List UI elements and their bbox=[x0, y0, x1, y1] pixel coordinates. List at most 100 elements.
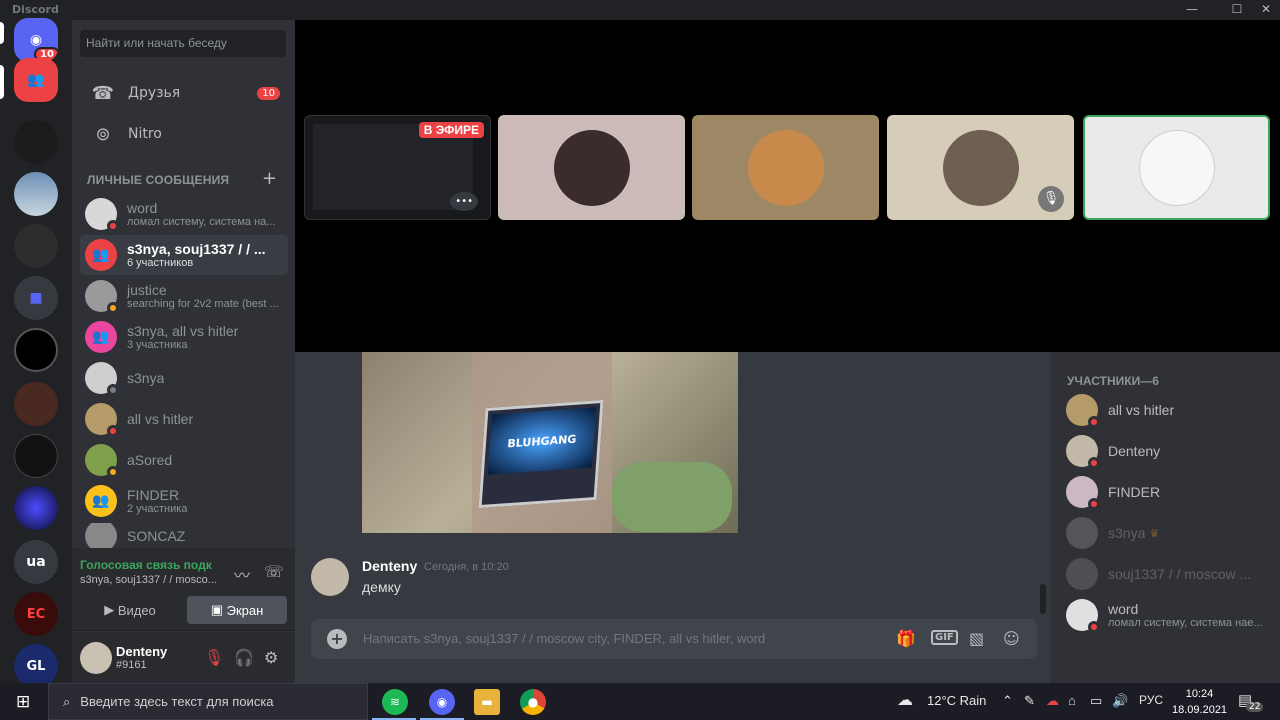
server-icon[interactable] bbox=[14, 486, 58, 530]
message-composer[interactable]: + Написать s3nya, souj1337 / / moscow ci… bbox=[311, 619, 1037, 659]
participant-tile[interactable] bbox=[1083, 115, 1270, 220]
server-folder-icon[interactable]: ■ bbox=[14, 276, 58, 320]
avatar[interactable] bbox=[80, 642, 112, 674]
server-icon[interactable] bbox=[14, 120, 58, 164]
server-icon[interactable] bbox=[14, 172, 58, 216]
message-author[interactable]: Denteny bbox=[362, 558, 417, 574]
avatar bbox=[85, 444, 119, 478]
dm-item[interactable]: 👥 FINDER 2 участника bbox=[80, 481, 288, 521]
server-icon[interactable] bbox=[14, 224, 58, 268]
group-dm-button[interactable]: 👥 bbox=[14, 58, 58, 102]
minimize-button[interactable]: — bbox=[1180, 2, 1204, 16]
image-bag bbox=[612, 462, 732, 532]
dm-sub: searching for 2v2 mate (best ... bbox=[127, 298, 279, 310]
headphones-icon[interactable]: 🎧 bbox=[234, 648, 254, 667]
home-button[interactable]: ◉ 10 bbox=[14, 18, 58, 62]
clock[interactable]: 10:24 18.09.2021 bbox=[1172, 686, 1227, 718]
server-icon[interactable] bbox=[14, 328, 58, 372]
noise-suppression-icon[interactable]: 〰 bbox=[234, 562, 250, 586]
member-item[interactable]: Denteny bbox=[1066, 431, 1272, 471]
tray-chevron-icon[interactable]: ⌃ bbox=[1002, 693, 1013, 709]
participant-tile[interactable] bbox=[498, 115, 685, 220]
screen-label: Экран bbox=[226, 602, 264, 618]
scrollbar[interactable] bbox=[1040, 584, 1046, 614]
dm-name: aSored bbox=[127, 452, 173, 468]
server-ua[interactable]: ua bbox=[14, 540, 58, 584]
volume-icon[interactable]: 🔊 bbox=[1112, 693, 1128, 709]
participant-tile[interactable] bbox=[692, 115, 879, 220]
tray-app-icon[interactable]: ☁ bbox=[1046, 693, 1059, 709]
member-item[interactable]: s3nya ♛ bbox=[1066, 513, 1272, 553]
stream-tile[interactable]: В ЭФИРЕ ••• bbox=[304, 115, 491, 220]
server-icon[interactable] bbox=[14, 434, 58, 478]
nitro-item[interactable]: ⊚ Nitro bbox=[80, 115, 288, 153]
member-item[interactable]: word ломал систему, система нае... bbox=[1066, 595, 1272, 635]
dm-item[interactable]: aSored bbox=[80, 440, 288, 480]
member-item[interactable]: souj1337 / / moscow ... bbox=[1066, 554, 1272, 594]
message-input[interactable]: Написать s3nya, souj1337 / / moscow city… bbox=[363, 631, 765, 646]
clock-time: 10:24 bbox=[1185, 688, 1214, 700]
dm-sub: 2 участника bbox=[127, 503, 188, 515]
dm-sub: 6 участников bbox=[127, 257, 194, 269]
search-input[interactable]: Найти или начать беседу bbox=[80, 30, 286, 57]
tray-icon[interactable]: ⌂ bbox=[1068, 693, 1076, 708]
search-icon: ⌕ bbox=[63, 693, 71, 709]
member-list: УЧАСТНИКИ—6 all vs hitler Denteny FINDER… bbox=[1050, 352, 1280, 683]
taskbar-search-text: Введите здесь текст для поиска bbox=[80, 694, 274, 709]
tray-icon[interactable]: ✎ bbox=[1024, 693, 1035, 709]
voice-channel[interactable]: s3nya, souj1337 / / mosco... bbox=[80, 574, 222, 586]
attached-image[interactable]: BLUHGANG bbox=[362, 352, 738, 533]
taskbar: ⊞ ⌕ Введите здесь текст для поиска ≋ ◉ ▬… bbox=[0, 683, 1280, 720]
group-avatar-icon: 👥 bbox=[85, 239, 117, 271]
taskbar-search[interactable]: ⌕ Введите здесь текст для поиска bbox=[48, 683, 368, 720]
message-time: Сегодня, в 10:20 bbox=[424, 561, 509, 573]
member-item[interactable]: FINDER bbox=[1066, 472, 1272, 512]
dm-item[interactable]: 👥 s3nya, souj1337 / / ... 6 участников bbox=[80, 235, 288, 275]
dm-item[interactable]: SONCAZ bbox=[80, 523, 288, 549]
app-title: Discord bbox=[12, 3, 59, 16]
avatar[interactable] bbox=[311, 558, 349, 596]
avatar bbox=[553, 129, 630, 206]
weather-text[interactable]: 12°C Rain bbox=[927, 693, 986, 708]
spotify-icon[interactable]: ≋ bbox=[382, 689, 408, 715]
dm-item[interactable]: all vs hitler bbox=[80, 399, 288, 439]
windows-start-icon[interactable]: ⊞ bbox=[16, 692, 30, 712]
screen-share-button[interactable]: ▣ Экран bbox=[187, 596, 287, 624]
members-header: УЧАСТНИКИ—6 bbox=[1067, 374, 1159, 388]
server-gl[interactable]: GL bbox=[14, 644, 58, 688]
gif-button[interactable]: GIF bbox=[931, 630, 958, 645]
more-icon[interactable]: ••• bbox=[450, 192, 478, 211]
network-icon[interactable]: ▭ bbox=[1090, 693, 1102, 709]
participant-tile[interactable]: 🎙 bbox=[887, 115, 1074, 220]
server-ec[interactable]: EC bbox=[14, 592, 58, 636]
disconnect-icon[interactable]: ☏ bbox=[264, 562, 284, 581]
video-button[interactable]: ▶ Видео bbox=[80, 596, 180, 624]
file-explorer-icon[interactable]: ▬ bbox=[474, 689, 500, 715]
dm-item[interactable]: s3nya bbox=[80, 358, 288, 398]
server-icon[interactable] bbox=[14, 382, 58, 426]
create-dm-button[interactable]: + bbox=[262, 168, 277, 189]
dm-name: s3nya, all vs hitler bbox=[127, 323, 239, 339]
chrome-icon[interactable]: ● bbox=[520, 689, 546, 715]
dm-item[interactable]: word ломал систему, система на... bbox=[80, 194, 288, 234]
gift-icon[interactable]: 🎁 bbox=[896, 629, 916, 648]
sticker-icon[interactable]: ▧ bbox=[969, 629, 984, 648]
avatar bbox=[747, 129, 824, 206]
user-name: Denteny bbox=[116, 644, 168, 659]
settings-gear-icon[interactable]: ⚙ bbox=[264, 648, 278, 667]
dm-item[interactable]: justice searching for 2v2 mate (best ... bbox=[80, 276, 288, 316]
avatar bbox=[85, 403, 119, 437]
mute-icon[interactable]: 🎙 bbox=[204, 648, 224, 667]
attach-plus-icon[interactable]: + bbox=[327, 629, 347, 649]
avatar bbox=[1066, 558, 1098, 590]
language-indicator[interactable]: РУС bbox=[1139, 693, 1163, 707]
emoji-icon[interactable]: ☺ bbox=[1003, 629, 1020, 648]
discord-app-icon[interactable]: ◉ bbox=[429, 689, 455, 715]
laptop-image: BLUHGANG bbox=[478, 399, 604, 509]
maximize-button[interactable]: ☐ bbox=[1225, 2, 1249, 16]
member-item[interactable]: all vs hitler bbox=[1066, 390, 1272, 430]
close-button[interactable]: ✕ bbox=[1254, 2, 1278, 16]
dm-item[interactable]: 👥 s3nya, all vs hitler 3 участника bbox=[80, 317, 288, 357]
friends-item[interactable]: ☎ Друзья 10 bbox=[80, 74, 288, 112]
avatar bbox=[1066, 517, 1098, 549]
